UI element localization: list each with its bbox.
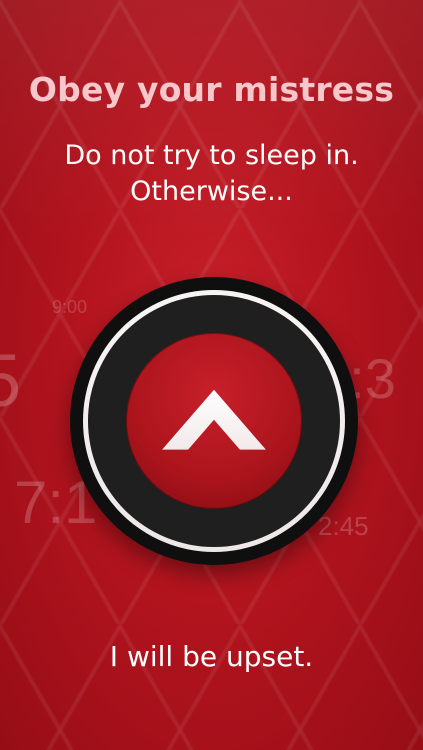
- subtitle: Do not try to sleep in. Otherwise...: [0, 138, 423, 210]
- chevron-up-icon: [162, 389, 266, 450]
- background-time-label: 5: [0, 339, 22, 422]
- subtitle-line-2: Otherwise...: [130, 176, 293, 207]
- swipe-up-button[interactable]: [126, 333, 302, 509]
- screen: { "title": "Obey your mistress", "subtit…: [0, 0, 423, 750]
- bottom-message: I will be upset.: [109, 640, 314, 673]
- dial-ring: [83, 290, 345, 552]
- background-time-label: 2:45: [318, 511, 369, 541]
- subtitle-line-1: Do not try to sleep in.: [64, 140, 359, 171]
- page-title: Obey your mistress: [28, 70, 395, 109]
- background-time-label: 9:00: [52, 297, 88, 317]
- dial-band: [88, 295, 340, 547]
- alarm-dial: [70, 277, 358, 565]
